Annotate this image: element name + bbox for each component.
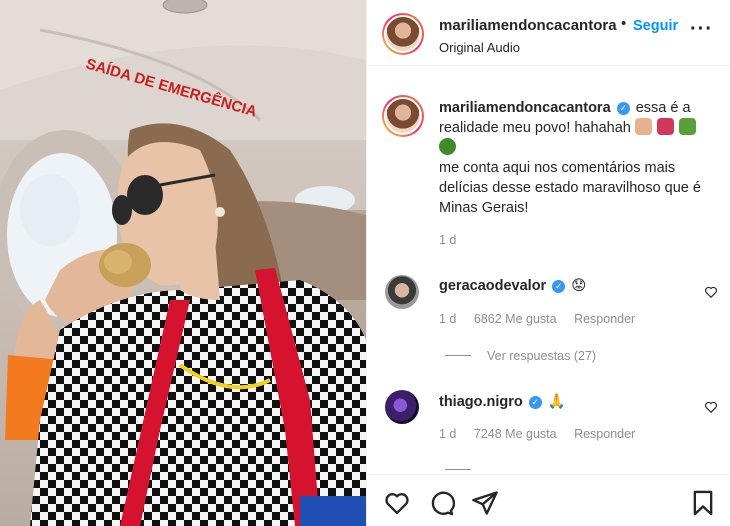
heart-icon[interactable] [383, 489, 411, 517]
view-replies-button[interactable]: Ver respuestas (27) [445, 349, 596, 363]
view-replies-label: Ver respuestas (27) [487, 349, 597, 363]
comment-text: 🙏 [547, 394, 566, 410]
comment-row: geracaodevalor ✓ 😟 [439, 278, 586, 294]
dumbbell-emoji-icon [656, 118, 674, 135]
comment-likes[interactable]: 6862 Me gusta [474, 312, 557, 326]
share-icon[interactable] [471, 489, 499, 517]
post-panel: mariliamendoncacantora • Seguir Original… [366, 0, 730, 526]
comment-username[interactable]: thiago.nigro [439, 394, 523, 410]
like-comment-heart-icon[interactable] [704, 400, 718, 414]
verified-badge-icon: ✓ [552, 280, 566, 293]
comment-avatar[interactable] [385, 275, 419, 309]
comment-username[interactable]: geracaodevalor [439, 278, 546, 294]
follow-button[interactable]: Seguir [633, 18, 678, 34]
video-frame: SAÍDA DE EMERGÊNCIA [0, 0, 366, 526]
bookmark-icon[interactable] [689, 489, 717, 517]
cucumber-emoji-icon [678, 118, 696, 135]
post-caption: mariliamendoncacantora ✓ essa é a realid… [439, 98, 719, 218]
comment-time[interactable]: 1 d [439, 427, 456, 441]
caption-avatar[interactable] [382, 95, 424, 137]
caption-time[interactable]: 1 d [439, 233, 456, 247]
author-avatar[interactable] [382, 13, 424, 55]
flexed-biceps-emoji-icon [634, 118, 652, 135]
like-comment-heart-icon[interactable] [704, 285, 718, 299]
comment-meta: 1 d 6862 Me gusta Responder [439, 312, 649, 326]
verified-badge-icon: ✓ [528, 396, 542, 409]
action-bar [367, 474, 730, 526]
verified-badge-icon: ✓ [616, 102, 630, 115]
reply-button[interactable]: Responder [574, 312, 635, 326]
comment-time[interactable]: 1 d [439, 312, 456, 326]
comment-likes[interactable]: 7248 Me gusta [474, 427, 557, 441]
broccoli-emoji-icon [439, 138, 456, 155]
post-media[interactable]: SAÍDA DE EMERGÊNCIA [0, 0, 366, 526]
audio-link[interactable]: Original Audio [439, 40, 520, 55]
caption-line-2: me conta aqui nos comentários mais delíc… [439, 160, 701, 216]
reply-button[interactable]: Responder [574, 427, 635, 441]
replies-divider [445, 469, 471, 470]
author-username[interactable]: mariliamendoncacantora [439, 17, 617, 34]
more-horizontal-icon[interactable]: ··· [690, 19, 713, 39]
replies-divider [445, 355, 471, 356]
comment-row: thiago.nigro ✓ 🙏 [439, 393, 566, 410]
header-separator: • [621, 15, 627, 32]
comment-text: 😟 [571, 278, 587, 294]
comment-meta: 1 d 7248 Me gusta Responder [439, 427, 649, 441]
post-header: mariliamendoncacantora • Seguir Original… [367, 0, 730, 66]
comment-avatar[interactable] [385, 390, 419, 424]
comment-icon[interactable] [427, 489, 455, 517]
caption-username[interactable]: mariliamendoncacantora [439, 100, 611, 116]
